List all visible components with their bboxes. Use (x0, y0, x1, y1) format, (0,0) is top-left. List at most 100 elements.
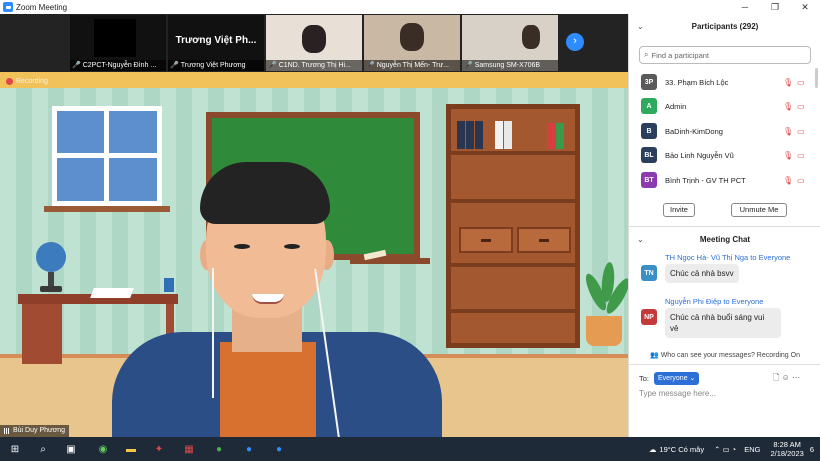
speaker-name: Bùi Duy Phương (13, 427, 66, 434)
muted-mic-icon: 🎙 (783, 126, 794, 136)
video-off-icon: ▭ (797, 101, 805, 111)
chat-message-sender: TH Ngọc Hà- Vũ Thị Nga to Everyone (665, 253, 791, 262)
muted-mic-icon: 🎙 (783, 101, 794, 111)
avatar: BL (641, 147, 657, 163)
clock-date: 2/18/2023 (770, 449, 804, 458)
search-icon: ⌕ (644, 50, 649, 59)
more-icon[interactable]: ⋯ (792, 373, 800, 382)
video-thumbnail[interactable]: 🎤 Samsung SM-X706B (462, 15, 558, 71)
globe-icon (36, 242, 66, 272)
chat-message-text: Chúc cả nhà buổi sáng vui (670, 313, 765, 322)
video-thumbnail[interactable]: 🎤 C2PCT-Nguyễn Đình ... (70, 15, 166, 71)
language-indicator[interactable]: ENG (744, 445, 760, 454)
avatar: 3P (641, 74, 657, 90)
muted-mic-icon: 🎤 (366, 62, 375, 69)
chat-message-bubble: Chúc cả nhà bsvv (665, 264, 739, 283)
title-bar: Zoom Meeting ─ ❐ ✕ (0, 0, 820, 14)
participant-item[interactable]: 3P 33. Phạm Bích Lộc 🎙 ▭ (629, 72, 820, 92)
video-off-icon: ▭ (797, 150, 805, 160)
participant-name: 33. Phạm Bích Lộc (665, 77, 729, 87)
zoom-meeting-taskbar-icon[interactable]: ● (272, 442, 286, 456)
tray-icons[interactable]: ⌃ ▭ ◔ (714, 445, 736, 454)
video-thumbnail[interactable]: 🎤 Nguyễn Thị Mến- Trư... (364, 15, 460, 71)
clock-time: 8:28 AM (773, 440, 801, 449)
video-thumbnail[interactable]: 🎤 C1ND. Trương Thị Hi... (266, 15, 362, 71)
video-thumbnail[interactable]: Trương Việt Ph... 🎤 Trương Việt Phương (168, 15, 264, 71)
chat-recipient-row: To: Everyone ⌄ (639, 371, 700, 385)
close-button[interactable]: ✕ (790, 0, 820, 14)
thumbnail-name: C1ND. Trương Thị Hi... (278, 62, 351, 69)
participant-item[interactable]: A Admin 🎙 ▭ (629, 96, 820, 116)
chat-message-text: Chúc cả nhà bsvv (670, 269, 734, 278)
participant-name: BaDinh-KimDong (665, 126, 723, 136)
recipient-dropdown[interactable]: Everyone ⌄ (654, 371, 700, 385)
file-icon[interactable]: 🗋 (773, 373, 779, 382)
muted-mic-icon: 🎙 (783, 150, 794, 160)
participant-video (400, 23, 424, 51)
unmute-me-button[interactable]: Unmute Me (731, 203, 787, 217)
weather-icon: ☁ (648, 444, 657, 454)
record-dot-icon (6, 78, 13, 85)
speaker-name-label: Bùi Duy Phương (0, 425, 70, 437)
video-thumbnail-strip: 🎤 C2PCT-Nguyễn Đình ... Trương Việt Ph...… (0, 14, 628, 72)
side-panel: ⌄ Participants (292) ⌕ Find a participan… (628, 14, 820, 437)
weather-label[interactable]: 19°C Có mây (659, 445, 704, 454)
chat-message-sender: Nguyễn Phi Điệp to Everyone (665, 297, 764, 306)
video-off-icon: ▭ (797, 77, 805, 87)
thumbnail-name: C2PCT-Nguyễn Đình ... (82, 62, 157, 69)
participant-item[interactable]: BL Bảo Linh Nguyễn Vũ 🎙 ▭ (629, 145, 820, 165)
audio-level-icon (4, 428, 10, 434)
who-can-see-link[interactable]: 👥 Who can see your messages? Recording O… (629, 350, 820, 362)
thumbnail-name: Nguyễn Thị Mến- Trư... (376, 62, 449, 69)
participant-item[interactable]: BT Bình Trịnh - GV TH PCT 🎙 ▭ (629, 170, 820, 190)
windows-start-icon[interactable]: ⊞ (8, 442, 22, 456)
task-view-icon[interactable]: ▣ (64, 442, 78, 456)
chevron-down-icon[interactable]: ⌄ (637, 232, 644, 248)
to-label: To: (639, 373, 650, 383)
file-explorer-icon[interactable]: ▬ (124, 442, 138, 456)
notifications-badge[interactable]: 6 (810, 445, 814, 454)
emoji-icon[interactable]: ☺ (782, 373, 790, 382)
thumbnail-name: Samsung SM-X706B (474, 62, 541, 69)
thumbnail-name: Trương Việt Phương (180, 62, 246, 69)
participant-video (522, 25, 540, 49)
chat-message-input[interactable]: Type message here... (639, 389, 716, 398)
zoom-taskbar-icon[interactable]: ● (242, 442, 256, 456)
background-window (52, 106, 162, 206)
muted-mic-icon: 🎙 (783, 77, 794, 87)
muted-mic-icon: 🎙 (783, 175, 794, 185)
participant-search-input[interactable]: ⌕ Find a participant (639, 46, 811, 64)
active-speaker-video: Bùi Duy Phương (0, 72, 628, 437)
zoom-window: Zoom Meeting ─ ❐ ✕ 🎤 C2PCT-Nguyễn Đình ..… (0, 0, 820, 461)
app-icon[interactable]: ▦ (182, 442, 196, 456)
participants-header: ⌄ Participants (292) (629, 19, 820, 35)
meeting-chat-header: ⌄ Meeting Chat (629, 232, 820, 248)
avatar: NP (641, 309, 657, 325)
meeting-area: 🎤 C2PCT-Nguyễn Đình ... Trương Việt Ph...… (0, 14, 628, 437)
thumbnail-big-name: Trương Việt Ph... (175, 35, 257, 46)
video-off-icon: ▭ (797, 175, 805, 185)
participants-title: Participants (292) (691, 22, 759, 31)
maximize-button[interactable]: ❐ (760, 0, 790, 14)
muted-mic-icon: 🎤 (72, 62, 81, 69)
search-icon[interactable]: ⌕ (36, 442, 50, 456)
clock[interactable]: 8:28 AM 2/18/2023 (770, 440, 803, 458)
chrome-icon[interactable]: ● (212, 442, 226, 456)
avatar: BT (641, 172, 657, 188)
invite-button[interactable]: Invite (663, 203, 695, 217)
people-icon: 👥 (650, 352, 659, 359)
participants-list: 3P 33. Phạm Bích Lộc 🎙 ▭ A Admin 🎙 ▭ B B… (629, 68, 820, 198)
participant-name: Bảo Linh Nguyễn Vũ (665, 150, 734, 160)
minimize-button[interactable]: ─ (730, 0, 760, 14)
chevron-down-icon[interactable]: ⌄ (637, 19, 644, 35)
video-off-icon: ▭ (797, 126, 805, 136)
participant-name: Admin (665, 101, 687, 111)
participant-item[interactable]: B BaDinh-KimDong 🎙 ▭ (629, 121, 820, 141)
chat-message-bubble: Chúc cả nhà buổi sáng vui vẻ (665, 308, 781, 338)
chat-message-text: vẻ (670, 324, 679, 333)
app-icon[interactable]: ◉ (96, 442, 110, 456)
avatar: A (641, 98, 657, 114)
app-icon[interactable]: ✦ (152, 442, 166, 456)
next-page-arrow-icon[interactable]: › (566, 33, 584, 51)
muted-mic-icon: 🎤 (268, 62, 277, 69)
